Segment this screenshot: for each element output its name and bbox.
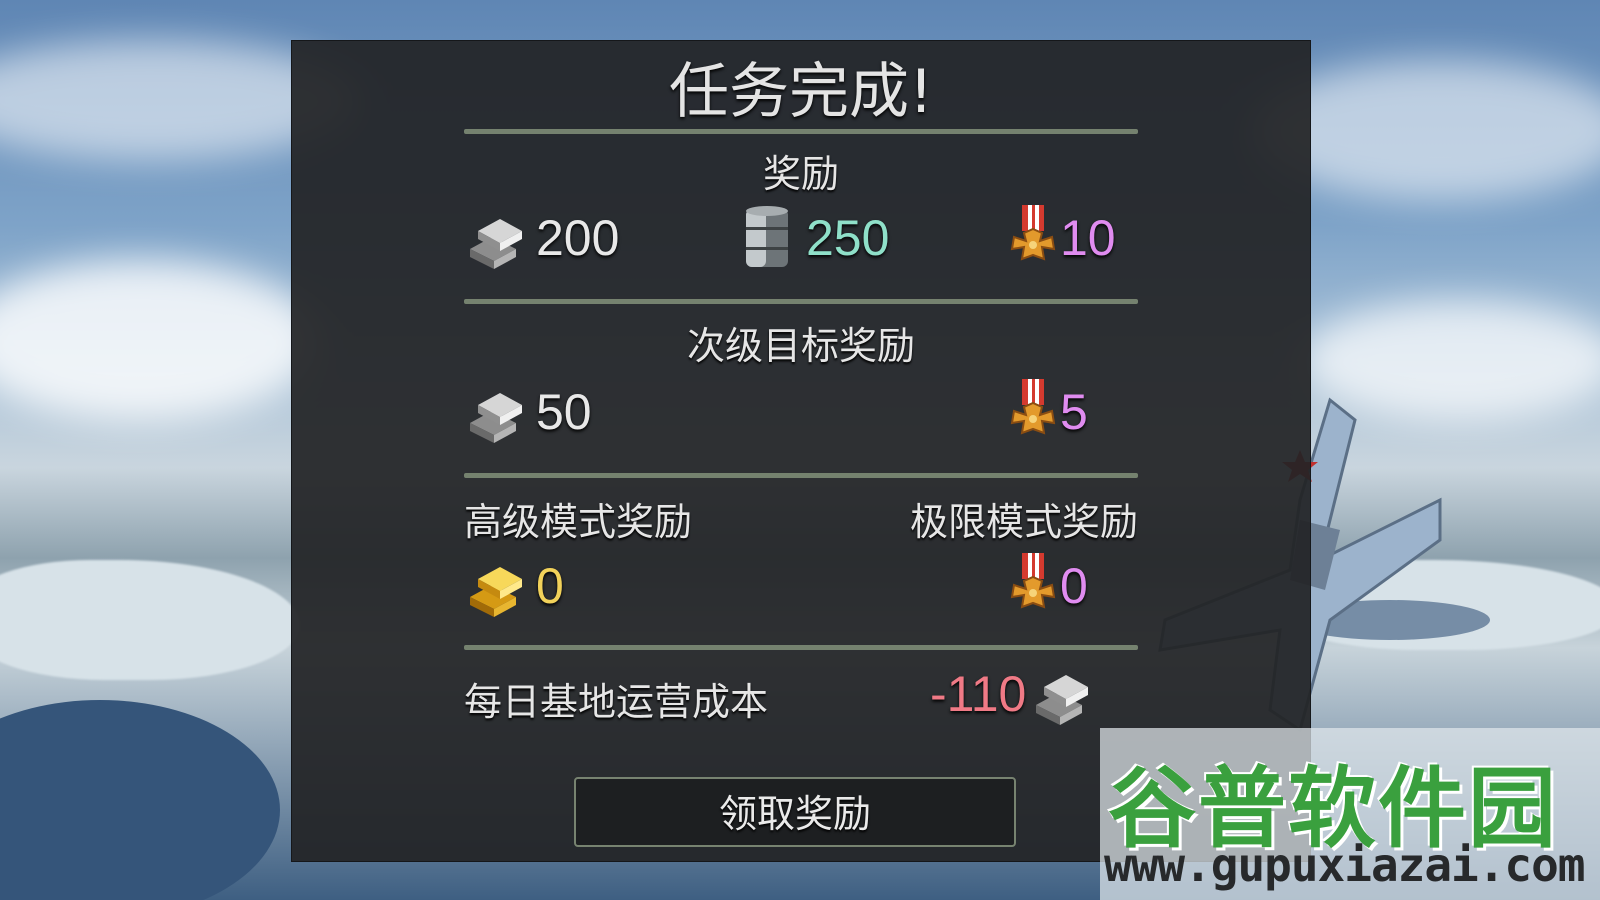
silver-reward-value: 200 <box>536 210 620 266</box>
daily-cost-label: 每日基地运营成本 <box>464 680 769 724</box>
medal-reward-value: 10 <box>1060 210 1116 266</box>
iron-cross-medal-icon <box>998 203 1068 273</box>
extreme-mode-heading: 极限模式奖励 <box>909 500 1138 544</box>
advanced-mode-heading: 高级模式奖励 <box>464 500 693 544</box>
divider <box>464 645 1138 650</box>
extreme-medal-value: 0 <box>1060 558 1088 614</box>
daily-cost-value: -110 <box>930 666 1027 722</box>
divider <box>464 473 1138 478</box>
secondary-silver-value: 50 <box>536 384 592 440</box>
fuel-reward-value: 250 <box>806 210 890 266</box>
gold-ingot-icon <box>462 551 532 621</box>
secondary-rewards-heading: 次级目标奖励 <box>686 324 915 368</box>
claim-rewards-button[interactable]: 领取奖励 <box>574 777 1016 847</box>
iron-cross-medal-icon <box>998 551 1068 621</box>
secondary-medal-value: 5 <box>1060 384 1088 440</box>
silver-ingot-icon <box>1028 659 1098 729</box>
divider <box>464 299 1138 304</box>
divider <box>464 129 1138 134</box>
rewards-heading: 奖励 <box>762 152 839 196</box>
iron-cross-medal-icon <box>998 377 1068 447</box>
dialog-title: 任务完成! <box>668 57 934 127</box>
watermark-url: www.gupuxiazai.com <box>1104 838 1585 892</box>
fuel-barrel-icon <box>732 203 802 273</box>
silver-ingot-icon <box>462 377 532 447</box>
silver-ingot-icon <box>462 203 532 273</box>
site-watermark: 谷普软件园 www.gupuxiazai.com <box>1100 728 1600 900</box>
advanced-gold-value: 0 <box>536 558 564 614</box>
